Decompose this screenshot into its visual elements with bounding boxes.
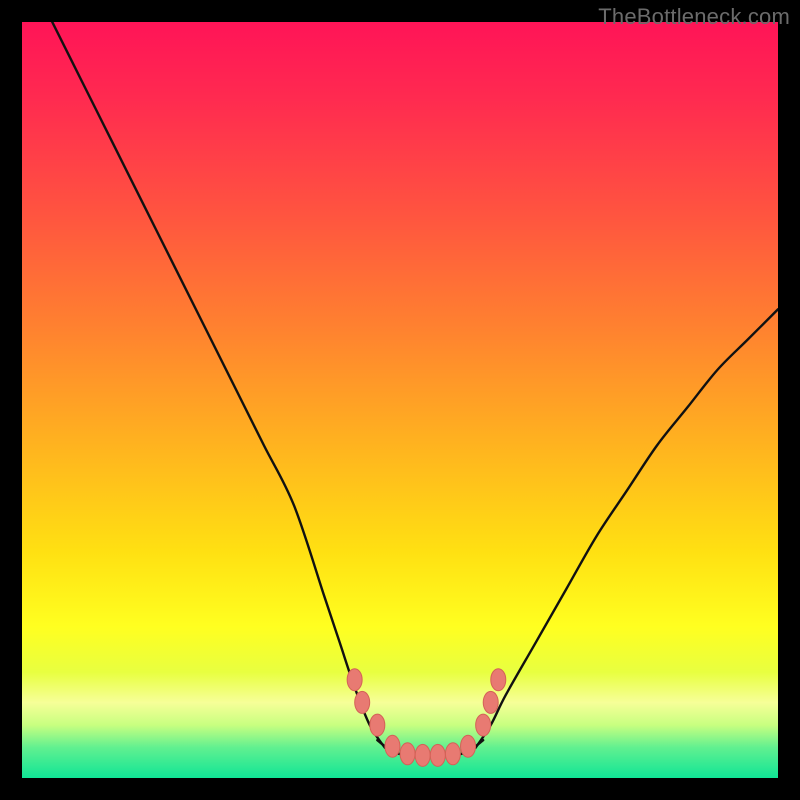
valley-marker	[445, 743, 460, 765]
marker-layer	[347, 669, 506, 767]
curve-layer	[52, 22, 778, 756]
valley-marker	[476, 714, 491, 736]
valley-marker	[347, 669, 362, 691]
valley-marker	[483, 691, 498, 713]
valley-marker	[415, 744, 430, 766]
chart-frame	[22, 22, 778, 778]
valley-marker	[355, 691, 370, 713]
curve-left-curve	[52, 22, 385, 748]
valley-marker	[400, 743, 415, 765]
chart-svg	[22, 22, 778, 778]
valley-marker	[491, 669, 506, 691]
valley-marker	[461, 735, 476, 757]
valley-marker	[385, 735, 400, 757]
valley-marker	[370, 714, 385, 736]
watermark-text: TheBottleneck.com	[598, 4, 790, 30]
curve-right-curve	[476, 309, 778, 747]
valley-marker	[430, 744, 445, 766]
